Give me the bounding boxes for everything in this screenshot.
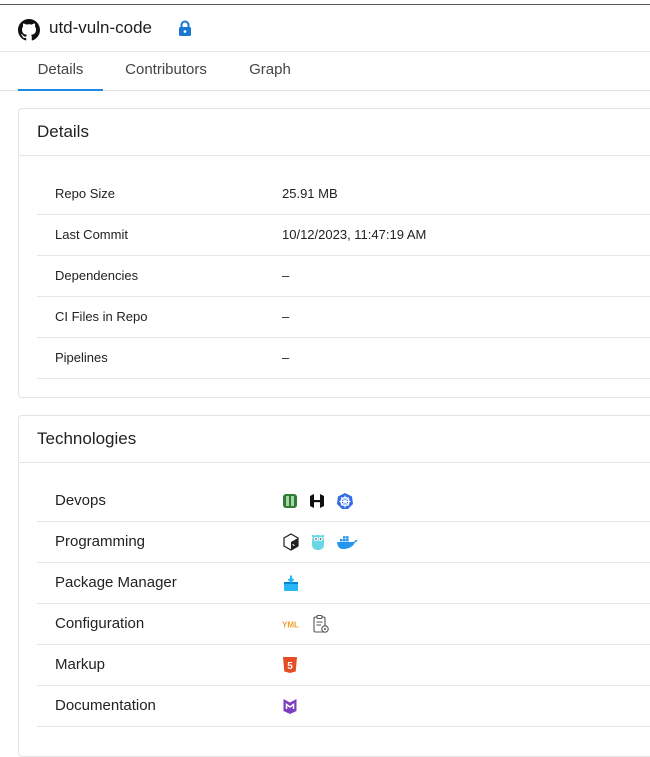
package-box-icon[interactable] [282, 574, 300, 592]
tech-label: Documentation [55, 697, 156, 714]
repo-name[interactable]: utd-vuln-code [49, 18, 152, 38]
hashicorp-icon[interactable] [308, 492, 326, 510]
tech-row-documentation: Documentation [37, 685, 650, 727]
tech-icons: YML [282, 614, 330, 634]
detail-label: CI Files in Repo [55, 309, 148, 324]
detail-value: 10/12/2023, 11:47:19 AM [282, 227, 427, 242]
tech-row-programming: Programming [37, 521, 650, 563]
tab-contributors[interactable]: Contributors [113, 52, 219, 89]
divider [19, 155, 650, 156]
repo-header: utd-vuln-code [0, 5, 650, 52]
detail-value: 25.91 MB [282, 186, 338, 201]
tech-icons: 5 [282, 655, 298, 675]
kubernetes-icon[interactable] [336, 492, 354, 510]
detail-row-repo-size: Repo Size 25.91 MB [37, 173, 650, 215]
tech-label: Package Manager [55, 574, 177, 591]
tab-graph[interactable]: Graph [236, 52, 304, 89]
tech-icons [282, 491, 354, 511]
technologies-title: Technologies [37, 429, 137, 448]
details-card: Details Repo Size 25.91 MB Last Commit 1… [18, 108, 650, 398]
tech-icons [282, 696, 298, 716]
details-title: Details [37, 122, 89, 141]
tech-row-configuration: Configuration YML [37, 603, 650, 645]
detail-row-last-commit: Last Commit 10/12/2023, 11:47:19 AM [37, 214, 650, 256]
tech-icons [282, 573, 300, 593]
yaml-icon-text: YML [282, 621, 299, 630]
shell-icon[interactable] [282, 533, 300, 551]
gopher-icon[interactable] [310, 533, 326, 551]
vagrant-icon[interactable] [282, 493, 298, 509]
yaml-icon[interactable]: YML [282, 617, 302, 631]
tech-row-devops: Devops [37, 480, 650, 522]
github-icon [18, 19, 40, 41]
tech-row-package-manager: Package Manager [37, 562, 650, 604]
tab-details[interactable]: Details [18, 52, 103, 91]
detail-label: Repo Size [55, 186, 115, 201]
detail-value: – [282, 268, 290, 283]
detail-label: Dependencies [55, 268, 139, 283]
detail-row-ci-files: CI Files in Repo – [37, 296, 650, 338]
html5-icon-text: 5 [287, 661, 293, 672]
detail-label: Pipelines [55, 350, 108, 365]
tech-label: Markup [55, 656, 106, 673]
detail-row-pipelines: Pipelines – [37, 337, 650, 379]
technologies-card: Technologies Devops Programming Package … [18, 415, 650, 757]
tech-icons [282, 532, 358, 552]
divider [19, 462, 650, 463]
lock-icon [179, 20, 191, 36]
tech-row-markup: Markup 5 [37, 644, 650, 686]
tech-label: Configuration [55, 615, 145, 632]
tech-label: Programming [55, 533, 146, 550]
detail-value: – [282, 350, 290, 365]
docker-icon[interactable] [336, 534, 358, 550]
detail-label: Last Commit [55, 227, 128, 242]
detail-value: – [282, 309, 290, 324]
markdown-icon[interactable] [282, 697, 298, 715]
tech-label: Devops [55, 492, 106, 509]
tab-bar: Details Contributors Graph [0, 52, 650, 91]
config-file-icon[interactable] [312, 614, 330, 634]
detail-row-dependencies: Dependencies – [37, 255, 650, 297]
html5-icon[interactable]: 5 [282, 656, 298, 674]
